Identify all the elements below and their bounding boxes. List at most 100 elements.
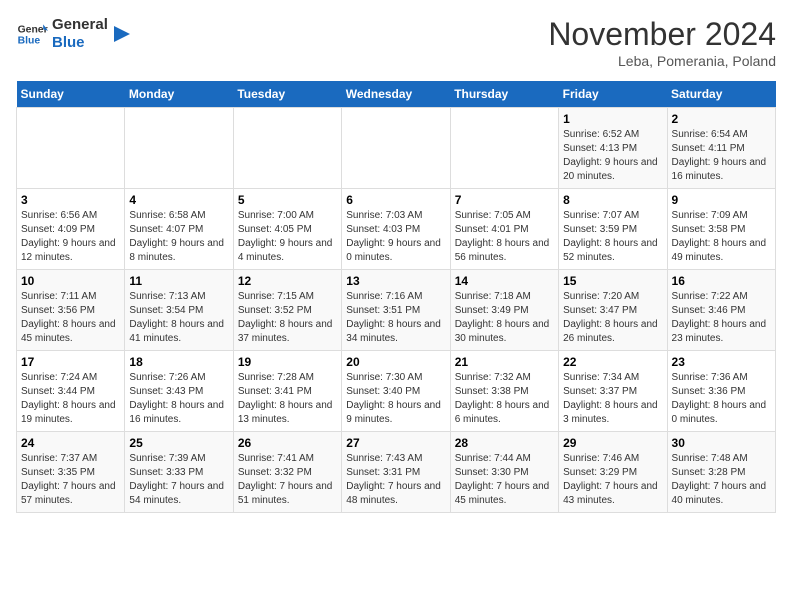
day-number: 17	[21, 355, 120, 369]
logo-general: General	[52, 16, 108, 33]
day-info: Sunrise: 6:54 AM Sunset: 4:11 PM Dayligh…	[672, 128, 771, 184]
header-tuesday: Tuesday	[233, 81, 341, 108]
day-number: 27	[346, 436, 445, 450]
table-row: 5 Sunrise: 7:00 AM Sunset: 4:05 PM Daylig…	[233, 189, 341, 270]
location-subtitle: Leba, Pomerania, Poland	[548, 53, 776, 69]
table-row: 13 Sunrise: 7:16 AM Sunset: 3:51 PM Dayli…	[342, 270, 450, 351]
table-row: 30 Sunrise: 7:48 AM Sunset: 3:28 PM Dayli…	[667, 432, 775, 513]
week-row-3: 10 Sunrise: 7:11 AM Sunset: 3:56 PM Dayli…	[17, 270, 776, 351]
day-number: 13	[346, 274, 445, 288]
day-info: Sunrise: 7:44 AM Sunset: 3:30 PM Dayligh…	[455, 452, 554, 508]
day-info: Sunrise: 7:20 AM Sunset: 3:47 PM Dayligh…	[563, 290, 662, 346]
table-row	[125, 108, 233, 189]
header-saturday: Saturday	[667, 81, 775, 108]
day-number: 2	[672, 112, 771, 126]
logo-blue: Blue	[52, 34, 85, 51]
table-row: 25 Sunrise: 7:39 AM Sunset: 3:33 PM Dayli…	[125, 432, 233, 513]
day-info: Sunrise: 7:28 AM Sunset: 3:41 PM Dayligh…	[238, 371, 337, 427]
day-info: Sunrise: 7:07 AM Sunset: 3:59 PM Dayligh…	[563, 209, 662, 265]
calendar-table: Sunday Monday Tuesday Wednesday Thursday…	[16, 81, 776, 513]
table-row: 8 Sunrise: 7:07 AM Sunset: 3:59 PM Daylig…	[559, 189, 667, 270]
day-info: Sunrise: 7:16 AM Sunset: 3:51 PM Dayligh…	[346, 290, 445, 346]
day-info: Sunrise: 7:26 AM Sunset: 3:43 PM Dayligh…	[129, 371, 228, 427]
page-header: General Blue General Blue November 2024 …	[16, 16, 776, 69]
day-number: 9	[672, 193, 771, 207]
day-info: Sunrise: 7:36 AM Sunset: 3:36 PM Dayligh…	[672, 371, 771, 427]
day-number: 28	[455, 436, 554, 450]
day-number: 6	[346, 193, 445, 207]
table-row: 14 Sunrise: 7:18 AM Sunset: 3:49 PM Dayli…	[450, 270, 558, 351]
day-info: Sunrise: 7:11 AM Sunset: 3:56 PM Dayligh…	[21, 290, 120, 346]
week-row-5: 24Sunrise: 7:37 AM Sunset: 3:35 PM Dayli…	[17, 432, 776, 513]
table-row: 7 Sunrise: 7:05 AM Sunset: 4:01 PM Daylig…	[450, 189, 558, 270]
day-number: 14	[455, 274, 554, 288]
day-info: Sunrise: 7:48 AM Sunset: 3:28 PM Dayligh…	[672, 452, 771, 508]
header-friday: Friday	[559, 81, 667, 108]
logo-icon: General Blue	[16, 18, 48, 50]
day-info: Sunrise: 6:56 AM Sunset: 4:09 PM Dayligh…	[21, 209, 120, 265]
day-info: Sunrise: 7:15 AM Sunset: 3:52 PM Dayligh…	[238, 290, 337, 346]
day-number: 8	[563, 193, 662, 207]
table-row	[342, 108, 450, 189]
day-info: Sunrise: 7:05 AM Sunset: 4:01 PM Dayligh…	[455, 209, 554, 265]
header-monday: Monday	[125, 81, 233, 108]
table-row: 3 Sunrise: 6:56 AM Sunset: 4:09 PM Daylig…	[17, 189, 125, 270]
day-number: 5	[238, 193, 337, 207]
day-info: Sunrise: 7:00 AM Sunset: 4:05 PM Dayligh…	[238, 209, 337, 265]
table-row: 19Sunrise: 7:28 AM Sunset: 3:41 PM Dayli…	[233, 351, 341, 432]
day-number: 24	[21, 436, 120, 450]
weekday-header-row: Sunday Monday Tuesday Wednesday Thursday…	[17, 81, 776, 108]
table-row: 22Sunrise: 7:34 AM Sunset: 3:37 PM Dayli…	[559, 351, 667, 432]
week-row-1: 1Sunrise: 6:52 AM Sunset: 4:13 PM Daylig…	[17, 108, 776, 189]
day-number: 26	[238, 436, 337, 450]
header-sunday: Sunday	[17, 81, 125, 108]
table-row: 26 Sunrise: 7:41 AM Sunset: 3:32 PM Dayli…	[233, 432, 341, 513]
day-info: Sunrise: 7:24 AM Sunset: 3:44 PM Dayligh…	[21, 371, 120, 427]
day-info: Sunrise: 7:09 AM Sunset: 3:58 PM Dayligh…	[672, 209, 771, 265]
day-number: 11	[129, 274, 228, 288]
day-number: 18	[129, 355, 228, 369]
table-row: 10 Sunrise: 7:11 AM Sunset: 3:56 PM Dayli…	[17, 270, 125, 351]
table-row	[233, 108, 341, 189]
day-info: Sunrise: 7:32 AM Sunset: 3:38 PM Dayligh…	[455, 371, 554, 427]
day-info: Sunrise: 7:43 AM Sunset: 3:31 PM Dayligh…	[346, 452, 445, 508]
day-number: 23	[672, 355, 771, 369]
day-number: 25	[129, 436, 228, 450]
day-info: Sunrise: 7:30 AM Sunset: 3:40 PM Dayligh…	[346, 371, 445, 427]
day-number: 20	[346, 355, 445, 369]
day-number: 7	[455, 193, 554, 207]
table-row: 12 Sunrise: 7:15 AM Sunset: 3:52 PM Dayli…	[233, 270, 341, 351]
day-number: 15	[563, 274, 662, 288]
day-number: 30	[672, 436, 771, 450]
table-row: 2 Sunrise: 6:54 AM Sunset: 4:11 PM Daylig…	[667, 108, 775, 189]
table-row: 18 Sunrise: 7:26 AM Sunset: 3:43 PM Dayli…	[125, 351, 233, 432]
title-block: November 2024 Leba, Pomerania, Poland	[548, 16, 776, 69]
day-info: Sunrise: 7:39 AM Sunset: 3:33 PM Dayligh…	[129, 452, 228, 508]
day-info: Sunrise: 7:41 AM Sunset: 3:32 PM Dayligh…	[238, 452, 337, 508]
day-number: 10	[21, 274, 120, 288]
day-info: Sunrise: 7:03 AM Sunset: 4:03 PM Dayligh…	[346, 209, 445, 265]
table-row: 24Sunrise: 7:37 AM Sunset: 3:35 PM Dayli…	[17, 432, 125, 513]
table-row: 21 Sunrise: 7:32 AM Sunset: 3:38 PM Dayli…	[450, 351, 558, 432]
table-row: 4Sunrise: 6:58 AM Sunset: 4:07 PM Daylig…	[125, 189, 233, 270]
logo-arrow-icon	[112, 24, 132, 44]
header-thursday: Thursday	[450, 81, 558, 108]
day-number: 22	[563, 355, 662, 369]
svg-text:Blue: Blue	[18, 36, 41, 47]
day-info: Sunrise: 7:46 AM Sunset: 3:29 PM Dayligh…	[563, 452, 662, 508]
table-row	[17, 108, 125, 189]
day-number: 3	[21, 193, 120, 207]
table-row: 16Sunrise: 7:22 AM Sunset: 3:46 PM Dayli…	[667, 270, 775, 351]
week-row-2: 3 Sunrise: 6:56 AM Sunset: 4:09 PM Daylig…	[17, 189, 776, 270]
day-number: 12	[238, 274, 337, 288]
day-number: 21	[455, 355, 554, 369]
table-row: 11Sunrise: 7:13 AM Sunset: 3:54 PM Dayli…	[125, 270, 233, 351]
table-row: 17 Sunrise: 7:24 AM Sunset: 3:44 PM Dayli…	[17, 351, 125, 432]
day-number: 1	[563, 112, 662, 126]
day-number: 29	[563, 436, 662, 450]
table-row: 15 Sunrise: 7:20 AM Sunset: 3:47 PM Dayli…	[559, 270, 667, 351]
table-row: 28 Sunrise: 7:44 AM Sunset: 3:30 PM Dayli…	[450, 432, 558, 513]
header-wednesday: Wednesday	[342, 81, 450, 108]
day-number: 4	[129, 193, 228, 207]
day-info: Sunrise: 7:18 AM Sunset: 3:49 PM Dayligh…	[455, 290, 554, 346]
